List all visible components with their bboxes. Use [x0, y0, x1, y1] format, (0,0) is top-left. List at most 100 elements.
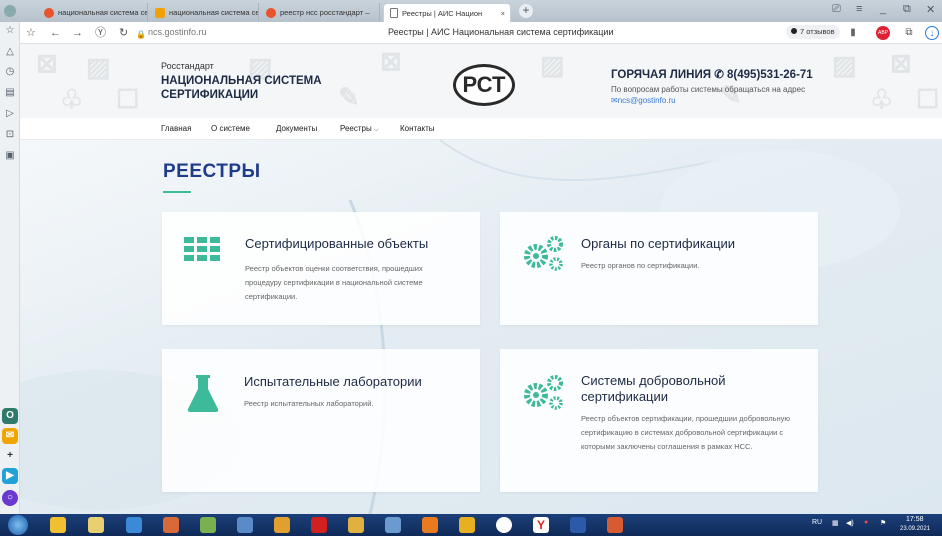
gears-icon	[524, 236, 563, 271]
start-button[interactable]	[8, 515, 28, 535]
taskbar-app-icon[interactable]	[459, 517, 475, 533]
word-icon[interactable]	[570, 517, 586, 533]
card-title: Сертифицированные объекты	[245, 236, 429, 251]
bookmark-icon[interactable]: ▮	[846, 26, 860, 40]
download-icon[interactable]: ⊡	[4, 129, 16, 141]
tab-active[interactable]: Реестры | АИС Национ ×	[383, 3, 511, 22]
tab-3[interactable]: реестр нсс росстандарт –	[260, 3, 380, 22]
envelope-icon: ✉	[611, 96, 618, 105]
page-icon	[390, 8, 398, 18]
pattern-decoration: ♧	[870, 84, 894, 114]
taskbar-app-icon[interactable]	[200, 517, 216, 533]
pattern-decoration: ⊠	[380, 46, 402, 76]
lock-icon: 🔒	[136, 30, 146, 39]
tab-1[interactable]: национальная система се	[38, 3, 148, 22]
card-voluntary-systems[interactable]: Системы добровольной сертификации Реестр…	[500, 349, 818, 492]
notes-icon[interactable]: ▤	[4, 87, 16, 99]
reviews-badge[interactable]: 7 отзывов	[786, 25, 840, 39]
card-title: Органы по сертификации	[581, 236, 736, 251]
pdf-icon[interactable]	[311, 517, 327, 533]
flag-icon[interactable]: ⚑	[880, 519, 886, 527]
mail-icon[interactable]: ✉	[2, 428, 18, 444]
clock-time[interactable]: 17:58	[906, 516, 924, 523]
minimize-icon[interactable]: _	[880, 3, 886, 15]
card-testing-labs[interactable]: Испытательные лаборатории Реестр испытат…	[162, 349, 480, 492]
taskbar-app-icon[interactable]	[50, 517, 66, 533]
brand-title[interactable]: НАЦИОНАЛЬНАЯ СИСТЕМА СЕРТИФИКАЦИИ	[161, 74, 331, 102]
card-title: Испытательные лаборатории	[244, 374, 422, 389]
firefox-icon[interactable]	[422, 517, 438, 533]
language-indicator[interactable]: RU	[812, 519, 822, 526]
brand-subtitle: Росстандарт	[161, 61, 214, 71]
profile-icon[interactable]	[4, 5, 16, 17]
hotline-phone[interactable]: 8(495)531-26-71	[727, 69, 813, 81]
card-description: Реестр органов по сертификации.	[581, 261, 700, 270]
yandex-browser-icon[interactable]: Y	[533, 517, 549, 533]
taskbar-app-icon[interactable]	[274, 517, 290, 533]
url-field[interactable]: ncs.gostinfo.ru	[148, 27, 207, 37]
menu-registries[interactable]: Реестры ⌵	[340, 124, 379, 134]
download-button-icon[interactable]: ↓	[925, 26, 939, 40]
taskbar-app-icon[interactable]	[163, 517, 179, 533]
screenshot-icon[interactable]: ⎚	[832, 3, 841, 16]
star-bookmark-icon[interactable]: ☆	[26, 26, 36, 40]
yandex-icon[interactable]: Ⓨ	[95, 26, 106, 40]
tab-bar: национальная система се национальная сис…	[0, 0, 942, 22]
tab-2[interactable]: национальная система се	[149, 3, 259, 22]
folder-icon[interactable]	[88, 517, 104, 533]
rst-logo[interactable]: РСТ	[453, 64, 515, 106]
menu-documents[interactable]: Документы	[276, 124, 317, 133]
network-icon[interactable]: ▦	[832, 519, 839, 527]
menu-home[interactable]: Главная	[161, 124, 191, 133]
new-tab-button[interactable]: +	[519, 4, 533, 18]
email-link[interactable]: ✉ncs@gostinfo.ru	[611, 96, 676, 105]
tab-favicon-icon	[155, 7, 165, 18]
close-window-icon[interactable]: ✕	[926, 3, 935, 16]
page-heading: РЕЕСТРЫ	[163, 161, 261, 182]
reload-icon[interactable]: ↻	[119, 26, 128, 40]
close-tab-icon[interactable]: ×	[501, 9, 510, 18]
powerpoint-icon[interactable]	[607, 517, 623, 533]
ie-icon[interactable]	[126, 517, 142, 533]
card-description: Реестр испытательных лабораторий.	[244, 399, 374, 408]
adblock-icon[interactable]: ABP	[876, 26, 890, 40]
app-icon[interactable]: O	[2, 408, 18, 424]
taskbar-app-icon[interactable]	[385, 517, 401, 533]
grid-icon	[184, 237, 220, 261]
taskbar: Y RU ▦ ◀) ● ⚑ 17:58 23.09.2021	[0, 514, 942, 536]
pattern-decoration: ▨	[86, 52, 111, 82]
video-icon[interactable]: ▶	[2, 468, 18, 484]
back-icon[interactable]: ←	[50, 26, 61, 40]
card-certified-objects[interactable]: Сертифицированные объекты Реестр объекто…	[162, 212, 480, 325]
card-certification-bodies[interactable]: Органы по сертификации Реестр органов по…	[500, 212, 818, 325]
tab-favicon-icon	[44, 7, 54, 18]
history-icon[interactable]: ◷	[4, 66, 16, 78]
play-icon[interactable]: ▷	[4, 108, 16, 120]
pattern-decoration: ▨	[832, 50, 857, 80]
forward-icon[interactable]: →	[72, 26, 83, 40]
collections-icon[interactable]: ▣	[4, 150, 16, 162]
card-description: Реестр объектов оценки соответствия, про…	[245, 264, 423, 301]
maximize-icon[interactable]: ⧉	[903, 3, 911, 16]
add-icon[interactable]: +	[2, 448, 18, 464]
tab-favicon-icon	[266, 7, 276, 18]
bell-icon[interactable]: △	[4, 46, 16, 58]
clock-date[interactable]: 23.09.2021	[900, 526, 930, 532]
taskbar-app-icon[interactable]	[348, 517, 364, 533]
tray-app-icon[interactable]: ●	[864, 519, 868, 526]
menu-icon[interactable]: ≡	[856, 3, 862, 15]
menu-contacts[interactable]: Контакты	[400, 124, 435, 133]
card-title: Системы добровольной сертификации	[581, 373, 726, 404]
volume-icon[interactable]: ◀)	[846, 519, 854, 527]
pattern-decoration: ☐	[116, 84, 140, 114]
menu-about[interactable]: О системе	[211, 124, 250, 133]
taskbar-app-icon[interactable]	[237, 517, 253, 533]
site-header: ⊠ ▨ ♧ ☐ ▨ ✎ ⊠ ▨ ✎ ▨ ⊠ ♧ ☐ Росстандарт НА…	[20, 44, 942, 118]
chevron-down-icon: ⌵	[373, 127, 379, 133]
extension-icon[interactable]: ⧉	[902, 26, 916, 40]
alice-icon[interactable]: ○	[2, 490, 18, 506]
opera-icon[interactable]	[496, 517, 512, 533]
pattern-decoration: ⊠	[890, 48, 912, 78]
star-icon[interactable]: ☆	[4, 25, 16, 37]
address-bar: ☆ ← → Ⓨ ↻ 🔒 ncs.gostinfo.ru Реестры | АИ…	[20, 22, 942, 44]
